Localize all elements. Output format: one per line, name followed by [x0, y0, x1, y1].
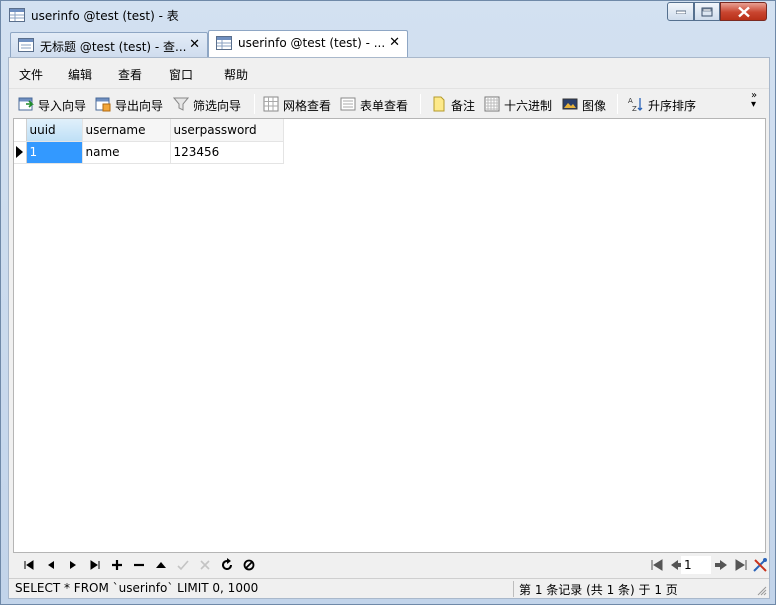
toolbar: 导入向导 导出向导 筛选向导 网格查看 表单查看 备注 十六进制 图像 A Z …: [9, 88, 769, 118]
tab-label: userinfo @test (test) - ...: [238, 36, 386, 50]
image-icon: [562, 98, 578, 110]
form-icon: [340, 97, 356, 111]
header-row: uuid username userpassword: [14, 119, 284, 142]
export-icon: [95, 97, 111, 112]
menu-view[interactable]: 查看: [118, 66, 142, 83]
tab-strip: 无标题 @test (test) - 查... ✕ userinfo @test…: [8, 30, 770, 57]
minimize-icon: [675, 10, 686, 14]
cell-username[interactable]: name: [82, 141, 171, 164]
menu-edit[interactable]: 编辑: [68, 66, 92, 83]
svg-text:A: A: [628, 97, 633, 105]
stop-icon[interactable]: [241, 557, 257, 573]
toolbar-separator: [254, 94, 255, 114]
toolbar-overflow-button[interactable]: » ▾: [751, 91, 757, 110]
grid-icon: [263, 96, 279, 112]
import-icon: [18, 97, 34, 111]
tab-userinfo[interactable]: userinfo @test (test) - ... ✕: [208, 30, 408, 57]
current-row-arrow-icon: [16, 146, 23, 158]
close-icon: [737, 6, 750, 17]
svg-text:Z: Z: [632, 105, 637, 112]
title-bar[interactable]: userinfo @test (test) - 表: [1, 1, 775, 29]
next-record-icon[interactable]: [65, 557, 81, 573]
last-page-icon[interactable]: [733, 557, 749, 573]
table-icon: [9, 8, 25, 22]
maximize-icon: [701, 7, 713, 16]
status-sql-text: SELECT * FROM `userinfo` LIMIT 0, 1000: [15, 581, 259, 595]
record-table: uuid username userpassword 1 name 123456: [14, 119, 284, 164]
record-navigator: 1: [13, 554, 768, 576]
edit-record-icon[interactable]: [153, 557, 169, 573]
status-bar: SELECT * FROM `userinfo` LIMIT 0, 1000 第…: [9, 578, 769, 598]
page-number-input[interactable]: 1: [681, 556, 711, 574]
first-page-icon[interactable]: [649, 557, 665, 573]
close-window-button[interactable]: [720, 2, 767, 21]
first-record-icon[interactable]: [21, 557, 37, 573]
tab-label: 无标题 @test (test) - 查...: [40, 40, 187, 54]
resize-grip-icon[interactable]: [757, 586, 767, 596]
cell-userpassword[interactable]: 123456: [170, 141, 284, 164]
previous-record-icon[interactable]: [43, 557, 59, 573]
app-window: userinfo @test (test) - 表 无标题 @test (tes…: [0, 0, 776, 605]
menu-window[interactable]: 窗口: [169, 66, 193, 83]
status-divider: [513, 581, 514, 597]
add-record-icon[interactable]: [109, 557, 125, 573]
apply-changes-icon: [177, 560, 189, 571]
refresh-icon[interactable]: [219, 557, 235, 573]
discard-changes-icon: [200, 560, 210, 570]
table-icon: [216, 36, 232, 50]
filter-icon: [173, 97, 189, 111]
cell-uuid[interactable]: 1: [26, 141, 83, 164]
window-title: userinfo @test (test) - 表: [31, 9, 179, 23]
table-row[interactable]: 1 name 123456: [14, 141, 284, 164]
status-record-count: 第 1 条记录 (共 1 条) 于 1 页: [519, 583, 678, 597]
menu-help[interactable]: 帮助: [224, 66, 248, 83]
menu-bar: 文件 编辑 查看 窗口 帮助: [9, 58, 769, 88]
last-record-icon[interactable]: [87, 557, 103, 573]
editor-panel: 文件 编辑 查看 窗口 帮助 导入向导 导出向导 筛选向导 网格查看 表单查看 …: [8, 57, 770, 599]
sort-az-icon: AZ: [628, 97, 643, 112]
tab-query[interactable]: 无标题 @test (test) - 查... ✕: [10, 32, 208, 57]
tools-icon[interactable]: [752, 557, 768, 573]
delete-record-icon[interactable]: [131, 557, 147, 573]
next-page-icon[interactable]: [713, 557, 729, 573]
memo-icon: [433, 96, 445, 112]
close-tab-icon[interactable]: ✕: [389, 35, 400, 50]
column-header-uuid[interactable]: uuid: [26, 119, 83, 142]
chevron-down-icon: ▾: [751, 99, 757, 110]
menu-file[interactable]: 文件: [19, 66, 43, 83]
query-icon: [18, 38, 34, 52]
maximize-button[interactable]: [694, 2, 720, 21]
row-indicator-header: [14, 119, 27, 142]
column-header-userpassword[interactable]: userpassword: [170, 119, 284, 142]
column-header-username[interactable]: username: [82, 119, 171, 142]
toolbar-separator: [617, 94, 618, 114]
row-indicator: [14, 141, 27, 164]
minimize-button[interactable]: [667, 2, 694, 21]
toolbar-separator: [420, 94, 421, 114]
data-grid[interactable]: uuid username userpassword 1 name 123456: [13, 118, 766, 553]
hex-icon: [484, 96, 500, 112]
close-tab-icon[interactable]: ✕: [189, 37, 200, 52]
